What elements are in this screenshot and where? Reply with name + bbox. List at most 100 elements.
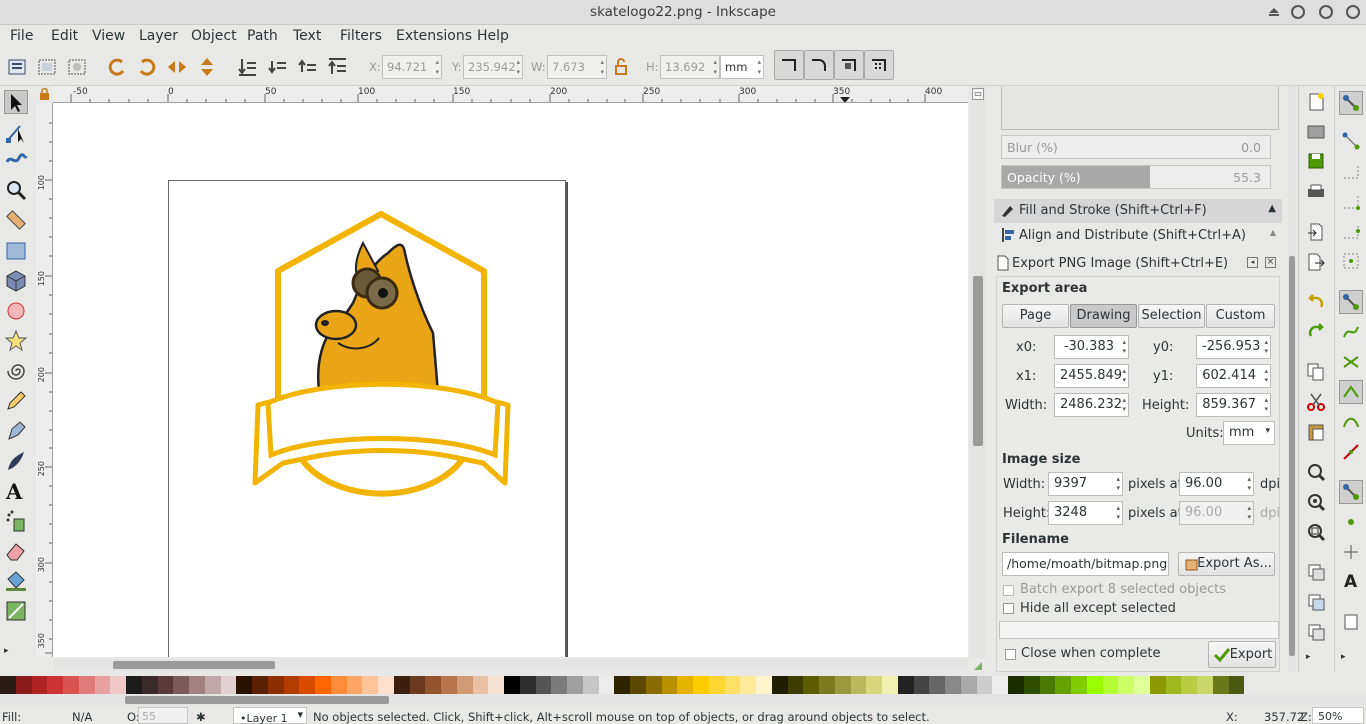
snap-centers-icon[interactable] [1341,512,1361,532]
rotate-ccw-icon[interactable] [106,56,128,78]
palette-swatch[interactable] [1181,676,1197,694]
palette-swatch[interactable] [504,676,520,694]
dpi-input[interactable]: 96.00 [1179,472,1254,496]
palette-swatch[interactable] [976,676,993,694]
menu-file[interactable]: File [10,28,33,44]
hide-all-checkbox[interactable] [1003,603,1014,614]
palette-swatch[interactable] [803,676,819,694]
palette-swatch[interactable] [362,676,378,694]
filename-input[interactable]: /home/moath/bitmap.png [1002,552,1169,576]
palette-swatch[interactable] [1197,676,1213,694]
snap-intersections-icon[interactable] [1341,352,1361,372]
palette-swatch[interactable] [15,676,32,694]
area-drawing-button[interactable]: Drawing [1070,304,1137,328]
palette-swatch[interactable] [929,676,945,694]
palette-swatch[interactable] [456,676,473,694]
export-doc-icon[interactable] [1306,252,1326,272]
palette-swatch[interactable] [110,676,126,694]
palette-swatch[interactable] [630,676,646,694]
paste-icon[interactable] [1306,422,1326,442]
tweak-tool-icon[interactable] [4,148,28,172]
x1-input[interactable]: 2455.849 [1054,364,1129,388]
palette-swatch[interactable] [771,676,788,694]
palette-swatch[interactable] [787,676,804,694]
y0-input[interactable]: -256.953 [1196,335,1271,359]
menu-text[interactable]: Text [293,28,321,44]
undo-icon[interactable] [1306,292,1326,312]
menu-edit[interactable]: Edit [51,28,78,44]
palette-swatch[interactable] [236,676,252,694]
skate-logo-drawing[interactable] [53,103,968,657]
palette-swatch[interactable] [1023,676,1040,694]
palette-swatch[interactable] [992,676,1008,694]
scale-corners-button[interactable] [804,50,834,80]
palette-swatch[interactable] [1134,676,1150,694]
y-input[interactable]: 235.942 [463,55,523,79]
palette-swatch[interactable] [126,676,142,694]
width-input[interactable]: 7.673 [547,55,607,79]
select-all-layers-icon[interactable] [36,56,58,78]
unit-select[interactable]: mm [720,55,764,79]
opacity-slider[interactable]: Opacity (%) 55.3 [1001,165,1271,189]
export-button[interactable]: Export [1208,641,1276,668]
palette-swatch[interactable] [693,676,709,694]
move-patterns-button[interactable] [864,50,894,80]
menu-help[interactable]: Help [477,28,509,44]
palette-swatch[interactable] [756,676,772,694]
image-width-input[interactable]: 9397 [1048,472,1123,496]
palette-swatch[interactable] [519,676,536,694]
snap-page-border-icon[interactable] [1341,612,1361,632]
snap-nodes-icon[interactable] [1339,290,1363,314]
fill-stroke-tab[interactable]: Fill and Stroke (Shift+Ctrl+F) ▲ [994,199,1282,223]
close-when-complete-checkbox[interactable] [1005,649,1016,660]
3d-box-tool-icon[interactable] [4,269,28,293]
units-select[interactable]: mm ▾ [1223,421,1275,445]
gradient-tool-icon[interactable] [4,599,28,623]
menu-object[interactable]: Object [191,28,237,44]
hide-all-label[interactable]: Hide all except selected [1020,601,1176,616]
paint-bucket-tool-icon[interactable] [4,569,28,593]
palette-swatch[interactable] [1039,676,1056,694]
palette-swatch[interactable] [1149,676,1166,694]
palette-swatch[interactable] [488,676,504,694]
palette-swatch[interactable] [157,676,174,694]
snap-text-baseline-icon[interactable]: A [1341,570,1361,592]
select-all-icon[interactable] [6,56,28,78]
palette-swatch[interactable] [567,676,583,694]
palette-swatch[interactable] [173,676,189,694]
palette-swatch[interactable] [393,676,410,694]
palette-swatch[interactable] [960,676,977,694]
zoom-page-icon[interactable] [1306,522,1326,542]
snap-more-icon[interactable]: ▸ [1341,652,1361,672]
node-tool-icon[interactable] [4,120,28,144]
palette-swatch[interactable] [409,676,426,694]
palette-swatch[interactable] [1165,676,1182,694]
zoom-tool-icon[interactable] [4,178,28,202]
collapse-up-icon[interactable]: ▲ [1270,228,1276,237]
print-icon[interactable] [1306,182,1326,202]
copy-icon[interactable] [1306,362,1326,382]
snap-others-icon[interactable] [1339,480,1363,504]
height-input[interactable]: 13.692 [660,55,720,79]
palette-swatch[interactable] [94,676,111,694]
palette-swatch[interactable] [220,676,237,694]
palette-swatch[interactable] [1055,676,1071,694]
palette-swatch[interactable] [330,676,347,694]
palette-swatch[interactable] [677,676,693,694]
palette-swatch[interactable] [78,676,95,694]
snap-midpoints-icon[interactable] [1341,442,1361,462]
dock-scrollbar[interactable] [1288,86,1296,672]
dock-close-icon[interactable]: × [1265,257,1276,268]
flip-horizontal-icon[interactable] [166,56,188,78]
area-page-button[interactable]: Page [1002,304,1069,328]
move-gradients-button[interactable] [834,50,864,80]
palette-swatch[interactable] [189,676,205,694]
palette-scroll-thumb[interactable] [125,696,389,704]
area-width-input[interactable]: 2486.232 [1054,393,1129,417]
palette-swatch[interactable] [1228,676,1245,694]
eraser-tool-icon[interactable] [4,539,28,563]
area-height-input[interactable]: 859.367 [1196,393,1271,417]
area-selection-button[interactable]: Selection [1138,304,1205,328]
layer-select[interactable]: •Layer 1 ▾ [233,707,307,724]
menu-view[interactable]: View [92,28,125,44]
